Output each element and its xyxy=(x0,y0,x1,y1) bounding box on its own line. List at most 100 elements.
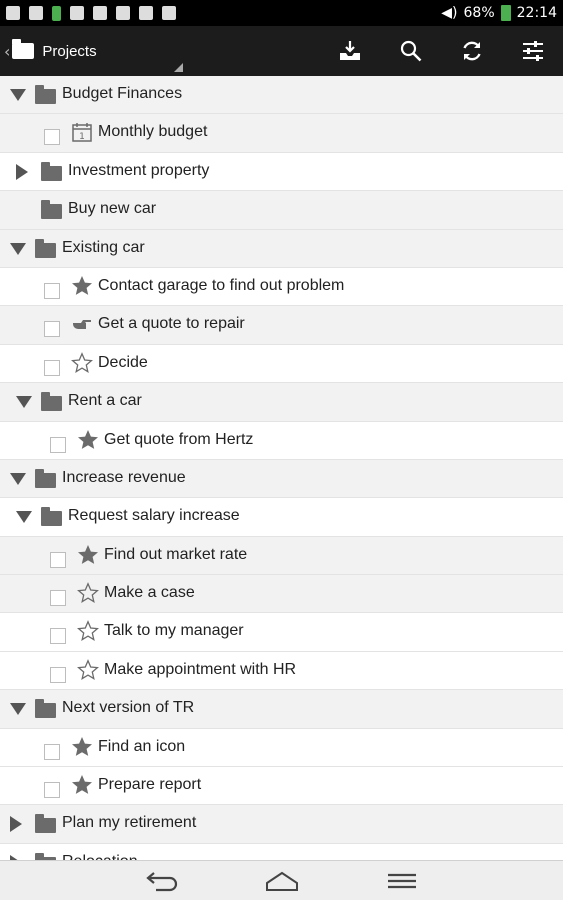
home-button[interactable] xyxy=(222,861,342,901)
task-row[interactable]: Prepare report xyxy=(0,767,563,806)
task-checkbox[interactable] xyxy=(44,782,60,799)
record-icon xyxy=(116,6,130,20)
star-filled-icon[interactable] xyxy=(77,429,99,451)
collapse-triangle-icon[interactable] xyxy=(16,511,32,524)
task-row[interactable]: Get quote from Hertz xyxy=(0,422,563,460)
notification-icons xyxy=(6,5,176,21)
project-list[interactable]: Budget Finances 1 Monthly budget Investment… xyxy=(0,76,563,860)
star-filled-icon[interactable] xyxy=(71,774,93,796)
search-button[interactable] xyxy=(380,26,441,76)
collapse-triangle-icon[interactable] xyxy=(10,703,26,716)
folder-icon xyxy=(35,468,56,488)
task-label: Find an icon xyxy=(98,737,186,755)
folder-label: Request salary increase xyxy=(68,507,240,525)
back-chevron-icon[interactable]: ‹ xyxy=(4,42,10,61)
task-label: Get quote from Hertz xyxy=(104,430,254,448)
search-icon xyxy=(400,40,421,62)
folder-label: Existing car xyxy=(62,238,145,256)
task-checkbox[interactable] xyxy=(44,743,60,760)
task-row[interactable]: Make appointment with HR xyxy=(0,652,563,691)
star-outline-icon[interactable] xyxy=(77,620,99,642)
star-outline-icon[interactable] xyxy=(77,659,99,681)
collapse-triangle-icon[interactable] xyxy=(10,89,26,101)
pointing-hand-icon[interactable] xyxy=(71,313,93,335)
collapse-triangle-icon[interactable] xyxy=(10,242,26,255)
folder-row[interactable]: Increase revenue xyxy=(0,459,563,499)
star-filled-icon[interactable] xyxy=(71,736,93,758)
folder-row[interactable]: Plan my retirement xyxy=(0,805,563,844)
folder-label: Next version of TR xyxy=(62,699,195,717)
task-label: Talk to my manager xyxy=(104,622,244,640)
folder-row[interactable]: Relocation xyxy=(0,844,563,860)
collapse-triangle-icon[interactable] xyxy=(16,396,32,409)
menu-button[interactable] xyxy=(342,861,462,901)
task-row[interactable]: Get a quote to repair xyxy=(0,306,563,345)
expand-triangle-icon[interactable] xyxy=(10,816,22,833)
task-row[interactable]: Decide xyxy=(0,345,563,384)
task-row[interactable]: Contact garage to find out problem xyxy=(0,268,563,307)
folder-row[interactable]: Next version of TR xyxy=(0,690,563,729)
task-row[interactable]: Find out market rate xyxy=(0,536,563,576)
task-checkbox[interactable] xyxy=(44,321,60,338)
folder-label: Relocation xyxy=(62,853,138,860)
expand-triangle-icon[interactable] xyxy=(16,163,28,180)
folder-row[interactable]: Buy new car xyxy=(0,191,563,230)
folder-label: Increase revenue xyxy=(62,468,186,486)
folder-row[interactable]: Budget Finances xyxy=(0,76,563,115)
folder-row[interactable]: Existing car xyxy=(0,229,563,268)
star-filled-icon[interactable] xyxy=(71,275,93,297)
folder-label: Budget Finances xyxy=(62,85,183,102)
folder-icon xyxy=(41,507,62,527)
navigation-bar xyxy=(0,860,563,900)
task-checkbox[interactable] xyxy=(50,551,66,568)
task-checkbox[interactable] xyxy=(44,359,60,376)
star-outline-icon[interactable] xyxy=(71,351,93,374)
folder-icon xyxy=(41,200,62,220)
task-checkbox[interactable] xyxy=(44,282,60,299)
task-label: Prepare report xyxy=(98,776,202,794)
task-row[interactable]: 1 Monthly budget xyxy=(0,114,563,153)
task-checkbox[interactable] xyxy=(50,666,66,683)
android-debug-icon xyxy=(162,6,176,20)
inbox-button[interactable] xyxy=(319,26,380,76)
dropdown-indicator-icon xyxy=(174,63,183,72)
folder-row[interactable]: Request salary increase xyxy=(0,498,563,537)
status-bar: ◀) 68% 22:14 xyxy=(0,0,563,26)
task-checkbox[interactable] xyxy=(44,129,60,146)
home-icon xyxy=(265,871,298,891)
star-outline-icon[interactable] xyxy=(77,582,99,604)
filter-settings-button[interactable] xyxy=(502,26,563,76)
folder-label: Investment property xyxy=(68,161,210,179)
task-row[interactable]: Talk to my manager xyxy=(0,613,563,652)
folder-row[interactable]: Rent a car xyxy=(0,383,563,422)
task-checkbox[interactable] xyxy=(50,590,66,607)
folder-icon xyxy=(35,814,56,834)
usb-icon xyxy=(139,6,153,20)
battery-alert-icon xyxy=(52,5,61,21)
sync-button[interactable] xyxy=(441,26,502,76)
task-checkbox[interactable] xyxy=(50,628,66,645)
sync-icon xyxy=(462,41,481,61)
folder-icon xyxy=(35,85,56,104)
gallery-icon xyxy=(93,6,107,20)
folder-label: Rent a car xyxy=(68,392,142,410)
task-row[interactable]: Make a case xyxy=(0,575,563,614)
notification-icon xyxy=(6,6,20,20)
inbox-download-icon xyxy=(339,41,360,60)
folder-row[interactable]: Investment property xyxy=(0,153,563,192)
task-label: Decide xyxy=(98,353,148,371)
back-arrow-icon xyxy=(145,871,177,891)
projects-selector[interactable]: ‹ Projects xyxy=(0,26,185,76)
star-filled-icon[interactable] xyxy=(77,544,99,566)
collapse-triangle-icon[interactable] xyxy=(10,472,26,485)
task-row[interactable]: Find an icon xyxy=(0,729,563,768)
clock: 22:14 xyxy=(516,5,557,21)
menu-icon xyxy=(387,873,416,888)
folder-label: Plan my retirement xyxy=(62,814,197,832)
task-label: Find out market rate xyxy=(104,545,248,563)
task-label: Make a case xyxy=(104,584,195,602)
folder-icon xyxy=(12,39,35,59)
back-button[interactable] xyxy=(102,861,222,901)
calendar-icon[interactable]: 1 xyxy=(71,121,93,143)
task-checkbox[interactable] xyxy=(50,436,66,453)
